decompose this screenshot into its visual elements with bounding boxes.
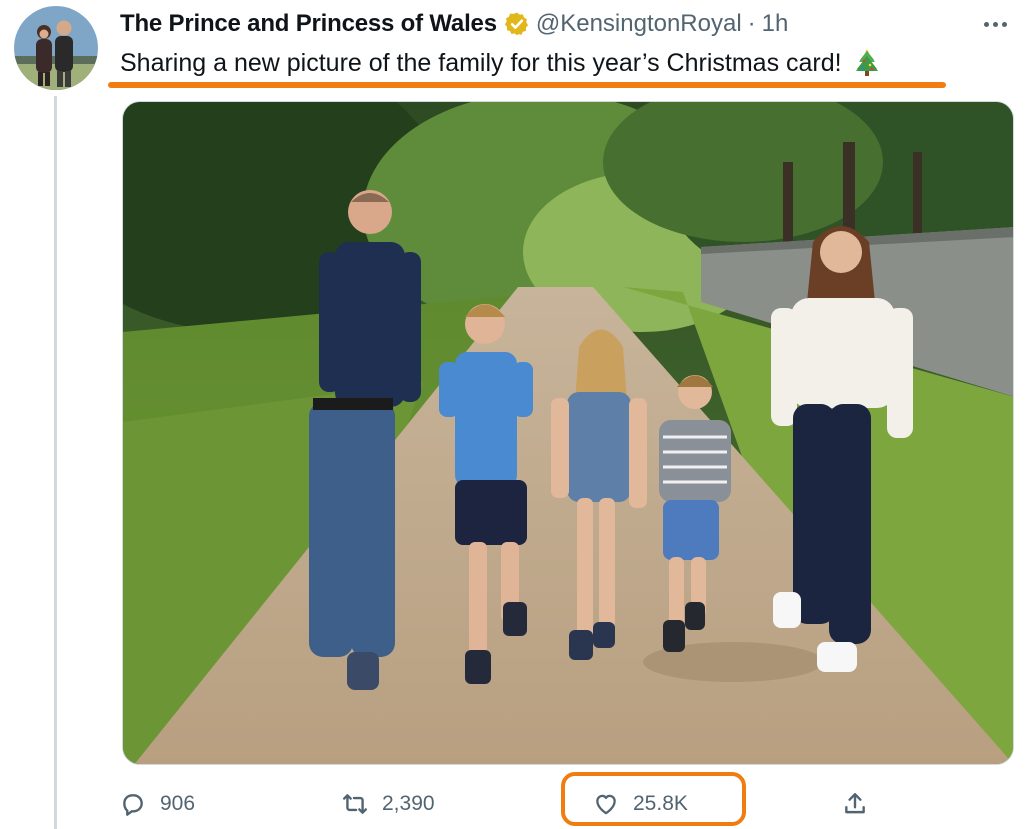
retweet-count: 2,390 <box>382 792 435 815</box>
like-highlight-box <box>561 772 746 826</box>
display-name[interactable]: The Prince and Princess of Wales <box>120 10 497 38</box>
retweet-button[interactable]: 2,390 <box>342 782 435 826</box>
more-horizontal-icon[interactable] <box>978 10 1012 38</box>
tweet-header: The Prince and Princess of Wales @Kensin… <box>120 8 1012 40</box>
share-button[interactable] <box>842 782 868 826</box>
timestamp[interactable]: 1h <box>762 10 789 38</box>
separator-dot: · <box>747 10 756 37</box>
text-highlight-underline <box>108 82 946 88</box>
retweet-icon <box>342 794 368 814</box>
christmas-tree-icon <box>855 49 878 76</box>
tweet-action-bar: 906 2,390 25.8K <box>120 782 880 826</box>
reply-count: 906 <box>160 792 196 815</box>
reply-button[interactable]: 906 <box>120 782 195 826</box>
family-photo <box>123 102 1013 764</box>
reply-icon <box>123 794 143 816</box>
verified-badge-icon[interactable] <box>504 11 530 37</box>
thread-line <box>54 96 57 829</box>
avatar[interactable] <box>14 6 98 90</box>
tweet-card: The Prince and Princess of Wales @Kensin… <box>0 0 1032 829</box>
tweet-text: Sharing a new picture of the family for … <box>120 46 880 80</box>
handle[interactable]: @KensingtonRoyal <box>536 10 742 38</box>
tweet-text-content: Sharing a new picture of the family for … <box>120 48 842 77</box>
share-icon <box>845 793 865 814</box>
family-photo-avatar <box>14 6 98 90</box>
tweet-photo[interactable] <box>122 101 1014 765</box>
